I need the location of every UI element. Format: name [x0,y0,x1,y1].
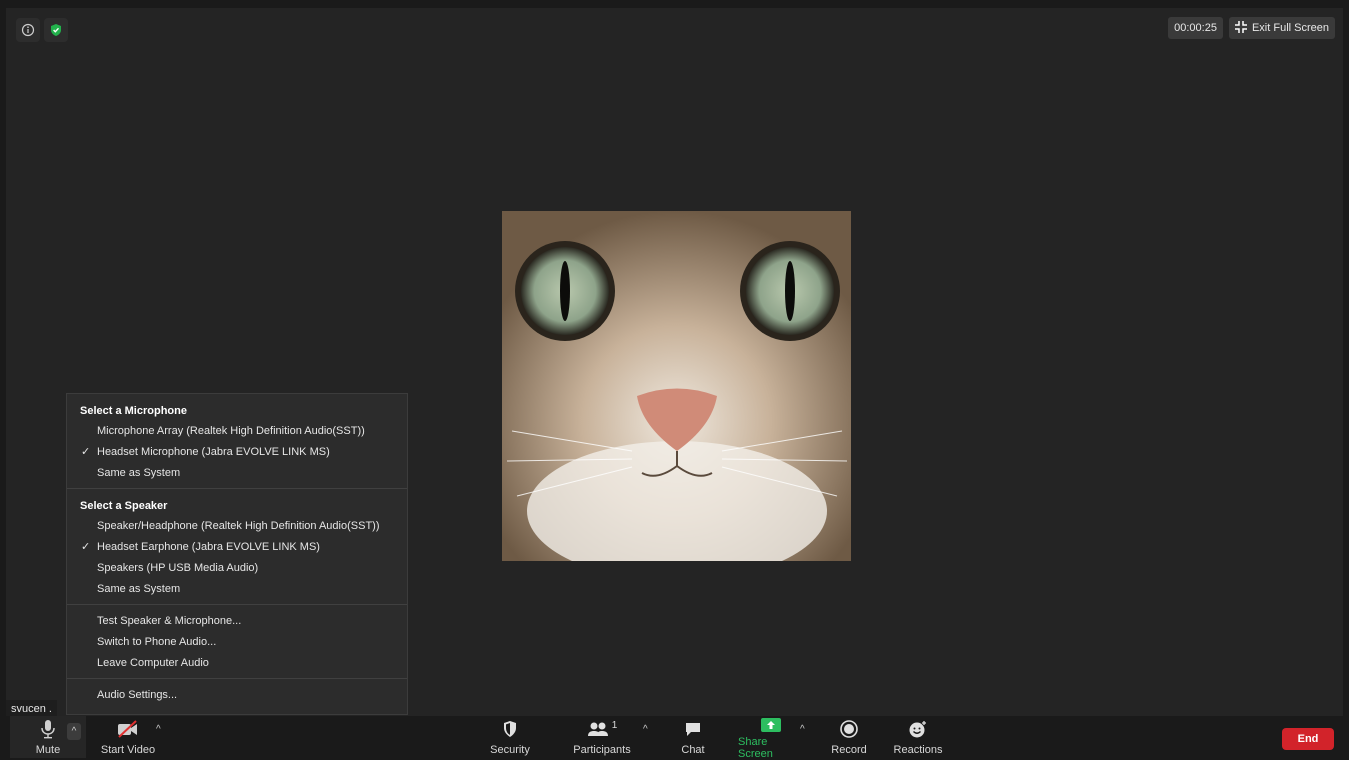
end-meeting-button[interactable]: End [1282,728,1334,750]
participants-options-caret[interactable]: ^ [643,724,648,735]
microphone-option[interactable]: Microphone Array (Realtek High Definitio… [67,421,407,442]
microphone-option-selected[interactable]: ✓ Headset Microphone (Jabra EVOLVE LINK … [67,442,407,463]
leave-computer-audio-item[interactable]: Leave Computer Audio [67,653,407,674]
microphone-option-label: Headset Microphone (Jabra EVOLVE LINK MS… [97,446,330,458]
participants-count: 1 [611,719,618,731]
security-label: Security [490,744,530,756]
switch-to-phone-audio-item[interactable]: Switch to Phone Audio... [67,632,407,653]
shield-check-icon[interactable] [44,18,68,42]
exit-fullscreen-label: Exit Full Screen [1251,22,1329,34]
participant-video[interactable] [502,211,851,561]
speaker-option-label: Same as System [97,583,181,595]
microphone-heading: Select a Microphone [80,405,187,417]
speaker-option-selected[interactable]: ✓ Headset Earphone (Jabra EVOLVE LINK MS… [67,537,407,558]
microphone-option-label: Microphone Array (Realtek High Definitio… [97,425,365,437]
cat-face-image [502,211,851,561]
check-icon: ✓ [81,541,91,553]
speaker-option-label: Speaker/Headphone (Realtek High Definiti… [97,520,380,532]
smiley-plus-icon [908,716,928,742]
video-off-icon [116,716,140,742]
info-icon[interactable] [16,18,40,42]
audio-options-caret[interactable]: ^ [67,723,81,740]
speaker-option[interactable]: Same as System [67,579,407,600]
share-screen-label: Share Screen [738,736,773,760]
reactions-label: Reactions [893,744,943,756]
share-screen-button[interactable]: Share Screen [738,716,804,760]
microphone-section: Select a Microphone Microphone Array (Re… [67,394,407,489]
collapse-icon [1234,20,1247,36]
top-left-controls [16,18,68,42]
reactions-button[interactable]: Reactions [893,716,943,758]
start-video-label: Start Video [100,744,156,756]
security-button[interactable]: Security [488,716,532,758]
share-screen-icon [760,716,782,734]
test-speaker-microphone-item[interactable]: Test Speaker & Microphone... [67,611,407,632]
microphone-icon [40,716,56,742]
mute-button[interactable]: Mute [30,716,66,758]
audio-settings-section: Audio Settings... [67,679,407,714]
participant-name-tag: svucen . [6,700,57,717]
speaker-option[interactable]: Speaker/Headphone (Realtek High Definiti… [67,516,407,537]
record-button[interactable]: Record [830,716,868,758]
check-icon: ✓ [81,446,91,458]
chat-label: Chat [681,744,705,756]
record-label: Record [831,744,867,756]
speaker-section: Select a Speaker Speaker/Headphone (Real… [67,489,407,605]
participants-label: Participants [573,744,631,756]
speaker-option[interactable]: Speakers (HP USB Media Audio) [67,558,407,579]
speaker-option-label: Headset Earphone (Jabra EVOLVE LINK MS) [97,541,320,553]
participants-icon: 1 [587,716,618,742]
speaker-heading: Select a Speaker [80,500,168,512]
participants-button[interactable]: 1 Participants [571,716,633,758]
record-icon [840,716,858,742]
start-video-button[interactable]: Start Video [96,716,160,758]
meeting-toolbar: Mute ^ Start Video ^ Security 1 Particip… [0,716,1349,760]
meeting-timer: 00:00:25 [1168,17,1223,39]
audio-options-menu: Select a Microphone Microphone Array (Re… [66,393,408,715]
share-options-caret[interactable]: ^ [800,724,805,735]
shield-icon [502,716,518,742]
exit-fullscreen-button[interactable]: Exit Full Screen [1228,17,1335,39]
chat-bubble-icon [684,716,702,742]
video-options-caret[interactable]: ^ [156,724,161,735]
audio-settings-item[interactable]: Audio Settings... [67,685,407,706]
audio-actions-section: Test Speaker & Microphone... Switch to P… [67,605,407,679]
chat-button[interactable]: Chat [677,716,709,758]
microphone-option-label: Same as System [97,467,181,479]
microphone-option[interactable]: Same as System [67,463,407,484]
top-right-controls: 00:00:25 Exit Full Screen [1168,17,1335,39]
mute-label: Mute [35,744,61,756]
speaker-option-label: Speakers (HP USB Media Audio) [97,562,259,574]
